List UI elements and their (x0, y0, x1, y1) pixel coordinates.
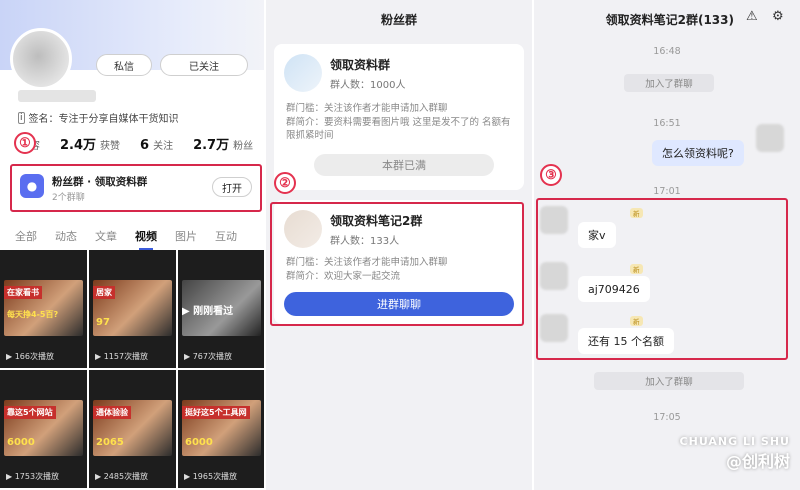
video-caption-2: 97 (96, 317, 110, 328)
system-joined-message: 加入了群聊 (594, 372, 744, 390)
timestamp: 16:48 (653, 46, 681, 57)
bio-line: i 签名：专注于分享自媒体干货知识 (18, 110, 179, 125)
play-count: ▶ 1753次播放 (6, 472, 60, 481)
my-avatar[interactable] (756, 124, 784, 152)
timestamp: 17:01 (653, 186, 681, 197)
video-thumb[interactable]: 靠这5个网站 6000 ▶ 1753次播放 (0, 370, 87, 488)
report-icon[interactable]: ⚠ (746, 9, 758, 24)
my-message-bubble[interactable]: 怎么领资料呢? (652, 140, 744, 166)
highlight-box-3 (536, 198, 788, 360)
info-icon: i (18, 111, 25, 124)
video-thumb[interactable]: ▶ 刚刚看过 ▶ 767次播放 (178, 250, 264, 368)
recently-watched-label: ▶ 刚刚看过 (182, 306, 234, 317)
video-caption: 居家 (93, 286, 115, 299)
bio-text: 签名：专注于分享自媒体干货知识 (28, 114, 179, 125)
stat-likes-num: 2.4万 (60, 138, 97, 153)
watermark: CHUANG LI SHU @创利树 (680, 435, 790, 472)
video-caption: 通体验验 (93, 406, 131, 419)
tab-articles[interactable]: 文章 (86, 228, 126, 244)
video-caption-2: 6000 (185, 437, 213, 448)
stat-fans-num[interactable]: 2.7万 (193, 134, 229, 153)
play-count: ▶ 166次播放 (6, 352, 54, 361)
stat-fans-label: 粉丝 (233, 141, 254, 152)
tab-images[interactable]: 图片 (166, 228, 206, 244)
video-caption-2: 6000 (7, 437, 35, 448)
video-thumb[interactable]: 居家 97 ▶ 1157次播放 (89, 250, 176, 368)
play-count: ▶ 2485次播放 (95, 472, 149, 481)
watermark-bottom: @创利树 (725, 452, 790, 471)
play-count: ▶ 1157次播放 (95, 352, 149, 361)
group-avatar (284, 54, 322, 92)
group-threshold: 群门槛：关注该作者才能申请加入群聊 (286, 103, 448, 114)
tab-updates[interactable]: 动态 (46, 228, 86, 244)
stat-following-num[interactable]: 6 (140, 138, 149, 153)
username (18, 90, 96, 102)
video-caption-2: 每天挣4-5百? (7, 310, 59, 319)
annotation-3: ③ (540, 164, 562, 186)
profile-panel: 私信 已关注 i 签名：专注于分享自媒体干货知识 内容 2.4万获赞 6关注 2… (0, 0, 264, 490)
page-title: 粉丝群 (380, 13, 417, 27)
followed-button[interactable]: 已关注 (160, 54, 248, 76)
tab-all[interactable]: 全部 (6, 228, 46, 244)
watermark-top: CHUANG LI SHU (679, 435, 790, 448)
video-caption-2: 2065 (96, 437, 124, 448)
member-settings-icon[interactable]: ⚙ (772, 9, 784, 24)
stat-following-label: 关注 (153, 141, 174, 152)
annotation-1: ① (14, 132, 36, 154)
play-count: ▶ 767次播放 (184, 352, 232, 361)
fan-groups-panel: 粉丝群 领取资料群 群人数：1000人 群门槛：关注该作者才能申请加入群聊 群简… (266, 0, 532, 490)
video-caption: 在家看书 (4, 286, 42, 299)
video-grid: 在家看书 每天挣4-5百? ▶ 166次播放 居家 97 ▶ 1157次播放 ▶… (0, 250, 264, 490)
highlight-box-1 (10, 164, 262, 212)
play-count: ▶ 1965次播放 (184, 472, 238, 481)
highlight-box-2 (270, 202, 524, 326)
chat-panel: 领取资料笔记2群(133) ⚠ ⚙ 16:48 加入了群聊 16:51 怎么领资… (534, 0, 800, 490)
group-member-count: 群人数：1000人 (330, 80, 406, 91)
annotation-2: ② (274, 172, 296, 194)
video-caption: 靠这5个网站 (4, 406, 56, 419)
avatar[interactable] (10, 28, 72, 90)
video-thumb[interactable]: 在家看书 每天挣4-5百? ▶ 166次播放 (0, 250, 87, 368)
video-caption: 挺好这5个工具网 (182, 406, 250, 419)
video-thumb[interactable]: 挺好这5个工具网 6000 ▶ 1965次播放 (178, 370, 264, 488)
group-name: 领取资料群 (330, 58, 391, 72)
system-joined-message: 加入了群聊 (624, 74, 714, 92)
tab-interaction[interactable]: 互动 (206, 228, 246, 244)
content-tabs: 全部 动态 文章 视频 图片 互动 (6, 228, 246, 250)
profile-stats: 内容 2.4万获赞 6关注 2.7万粉丝 (20, 134, 253, 153)
timestamp: 17:05 (653, 412, 681, 423)
group-full-button: 本群已满 (314, 154, 494, 176)
group-intro: 群简介：要资料需要看图片哦 这里是发不了的 名额有限抓紧时间 (286, 117, 511, 141)
tab-videos[interactable]: 视频 (126, 228, 166, 250)
stat-likes-label: 获赞 (100, 141, 121, 152)
group-card-1[interactable]: 领取资料群 群人数：1000人 群门槛：关注该作者才能申请加入群聊 群简介：要资… (274, 44, 524, 190)
dm-button[interactable]: 私信 (96, 54, 152, 76)
chat-title: 领取资料笔记2群(133) (605, 13, 734, 27)
video-thumb[interactable]: 通体验验 2065 ▶ 2485次播放 (89, 370, 176, 488)
